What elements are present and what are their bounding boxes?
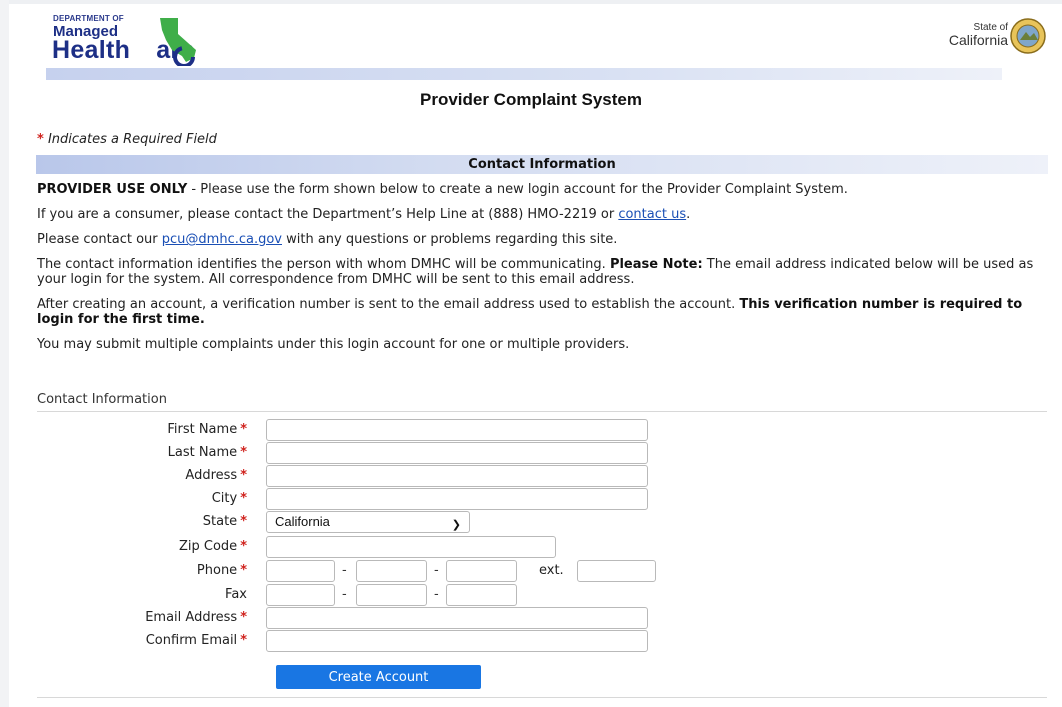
section-header-contact-information: Contact Information [36,155,1048,174]
last-name-input[interactable] [266,442,648,464]
row-confirm-email: Confirm Email * [37,629,1047,653]
chevron-down-icon: ❯ [451,519,461,531]
last-name-label: Last Name * [167,445,247,460]
logo-dept-text: DEPARTMENT OF [53,14,124,23]
phone-line-input[interactable] [446,560,517,582]
row-zip: Zip Code * [37,535,1047,559]
top-strip [0,0,1062,4]
fax-area-input[interactable] [266,584,335,606]
row-city: City * [37,487,1047,511]
first-name-input[interactable] [266,419,648,441]
row-last-name: Last Name * [37,441,1047,465]
row-address: Address * [37,464,1047,488]
bottom-divider [37,697,1047,698]
confirm-email-label: Confirm Email * [145,633,247,648]
instruction-provider-use: PROVIDER USE ONLY - Please use the form … [37,182,848,197]
legend-divider [37,411,1047,412]
phone-ext-input[interactable] [577,560,656,582]
fax-line-input[interactable] [446,584,517,606]
header-accent-bar [46,68,1002,80]
first-name-label: First Name * [167,422,247,437]
row-phone: Phone * - - ext. [37,559,1047,583]
dmhc-logo[interactable]: DEPARTMENT OF Managed Healthare [52,14,292,66]
required-star-icon: * [37,132,44,147]
city-input[interactable] [266,488,648,510]
fax-dash-2: - [434,587,439,602]
address-label: Address * [185,468,247,483]
phone-label: Phone * [196,563,247,578]
row-fax: Fax - - [37,583,1047,607]
contact-us-link[interactable]: contact us [618,207,686,222]
california-map-icon [160,18,196,66]
page-header: DEPARTMENT OF Managed Healthare State of… [36,8,1048,80]
row-state: State * California ❯ [37,510,1047,534]
instruction-email-contact: Please contact our pcu@dmhc.ca.gov with … [37,232,618,247]
instruction-contact-info: The contact information identifies the p… [37,257,1034,287]
state-select[interactable]: California ❯ [266,511,470,533]
confirm-email-input[interactable] [266,630,648,652]
state-seal-icon [1010,18,1046,54]
address-input[interactable] [266,465,648,487]
pcu-email-link[interactable]: pcu@dmhc.ca.gov [162,232,282,247]
form-legend: Contact Information [37,392,167,407]
state-of-california-text: State of California [948,22,1008,48]
instructions: PROVIDER USE ONLY - Please use the form … [37,182,1042,362]
ext-label: ext. [539,563,564,578]
instruction-multiple-complaints: You may submit multiple complaints under… [37,337,630,352]
create-account-button[interactable]: Create Account [276,665,481,689]
instruction-verification: After creating an account, a verificatio… [37,297,1023,327]
fax-dash-1: - [342,587,347,602]
fax-prefix-input[interactable] [356,584,427,606]
required-field-note: * Indicates a Required Field [37,132,217,147]
phone-dash-2: - [434,563,439,578]
state-label: State * [202,514,247,529]
row-first-name: First Name * [37,418,1047,442]
page-title: Provider Complaint System [419,90,642,109]
email-label: Email Address * [145,610,247,625]
phone-area-input[interactable] [266,560,335,582]
city-label: City * [211,491,247,506]
instruction-consumer: If you are a consumer, please contact th… [37,207,691,222]
phone-prefix-input[interactable] [356,560,427,582]
zip-label: Zip Code * [179,539,247,554]
fax-label: Fax [225,587,247,602]
phone-dash-1: - [342,563,347,578]
row-email: Email Address * [37,606,1047,630]
zip-input[interactable] [266,536,556,558]
email-input[interactable] [266,607,648,629]
